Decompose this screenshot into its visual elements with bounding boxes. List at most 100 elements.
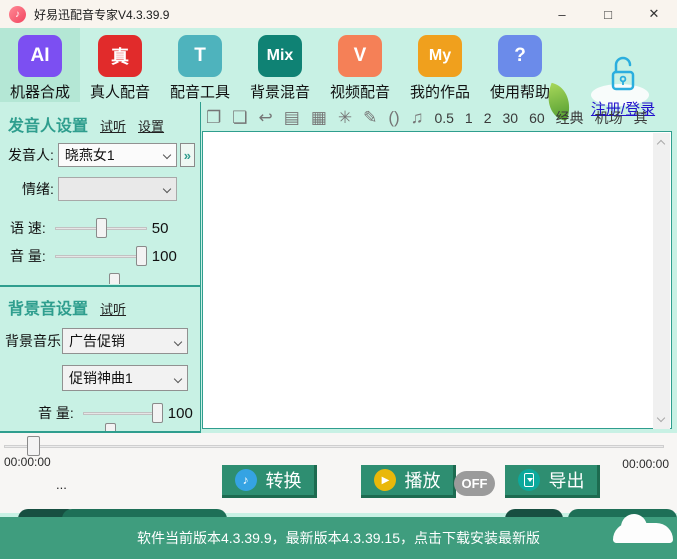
nav-item-machine-synthesis[interactable]: AI 机器合成 [0, 28, 80, 102]
voice-volume-slider[interactable] [55, 246, 147, 266]
panel-divider [0, 285, 200, 287]
more-speakers-button[interactable]: » [180, 143, 195, 167]
slider-track [55, 255, 147, 258]
minimize-button[interactable]: – [539, 0, 585, 28]
slider-thumb[interactable] [136, 246, 147, 266]
playback-progress-slider[interactable] [4, 436, 664, 456]
convert-label: 转换 [266, 467, 302, 493]
bgm-panel-header: 背景音设置 试听 [8, 295, 126, 319]
nav-label: 真人配音 [90, 81, 150, 102]
clipped-slider[interactable] [68, 273, 160, 284]
bgm-panel-title: 背景音设置 [8, 295, 88, 319]
slider-thumb[interactable] [96, 218, 107, 238]
speaker-select[interactable]: 晓燕女1 [58, 143, 177, 167]
scroll-up-icon[interactable] [657, 140, 665, 148]
ai-icon: AI [18, 35, 62, 77]
total-time: 00:00:00 [622, 457, 669, 471]
speaker-row: 发音人: 晓燕女1 » [8, 143, 195, 167]
export-phone-icon [518, 469, 540, 491]
category-airport-button[interactable]: 机场 [595, 108, 623, 128]
bgm-track-value: 促销神曲1 [69, 368, 133, 388]
progress-track [4, 445, 664, 448]
voice-volume-label: 音 量: [10, 246, 46, 266]
convert-button[interactable]: ♪ 转换 [222, 465, 317, 498]
voice-preview-link[interactable]: 试听 [100, 116, 126, 135]
window-controls: – □ ✕ [539, 0, 677, 28]
speaker-label: 发音人: [8, 145, 54, 165]
voice-settings-panel: 发音人设置 试听 设置 发音人: 晓燕女1 » 情绪: 语 速: [0, 102, 201, 433]
music-notes-icon[interactable]: ♫ [411, 109, 424, 126]
nav-label: 视频配音 [330, 81, 390, 102]
transport-bar: 00:00:00 00:00:00 ... ♪ 转换 ▶ 播放 OFF 导出 [0, 433, 677, 513]
off-toggle[interactable]: OFF [454, 471, 495, 496]
brush-icon[interactable]: ✎ [363, 109, 377, 126]
nav-item-video-dubbing[interactable]: V 视频配音 [320, 28, 400, 102]
emotion-select[interactable] [58, 177, 177, 201]
chevron-down-icon [174, 375, 182, 383]
script-text-area[interactable] [202, 131, 672, 429]
speed-row: 语 速: 50 [10, 218, 168, 238]
app-window: ♪ 好易迅配音专家V4.3.39.9 – □ ✕ AI 机器合成 真 真人配音 … [0, 0, 677, 559]
scroll-down-icon[interactable] [657, 414, 665, 422]
slider-thumb[interactable] [152, 403, 163, 423]
voice-settings-link[interactable]: 设置 [138, 116, 164, 135]
help-icon: ? [498, 35, 542, 77]
voice-panel-title: 发音人设置 [8, 112, 88, 136]
bgm-category-row: 背景音乐 广告促销 [5, 328, 188, 354]
close-button[interactable]: ✕ [631, 0, 677, 28]
category-other-button[interactable]: 其 [634, 108, 648, 128]
bgm-category-select[interactable]: 广告促销 [62, 328, 188, 354]
speed-slider[interactable] [55, 218, 147, 238]
play-label: 播放 [405, 467, 441, 493]
slider-thumb[interactable] [105, 423, 116, 431]
document-icon[interactable]: ▤ [284, 109, 300, 126]
app-icon: ♪ [9, 6, 26, 23]
mix-icon: Mix [258, 35, 302, 77]
speed-label: 语 速: [10, 218, 46, 238]
paste-icon[interactable]: ❏ [232, 109, 247, 126]
pause-1s-button[interactable]: 1 [465, 110, 473, 126]
nav-item-dubbing-tools[interactable]: T 配音工具 [160, 28, 240, 102]
pause-2s-button[interactable]: 2 [484, 110, 492, 126]
clipped-slider[interactable] [55, 423, 165, 431]
zhen-icon: 真 [98, 35, 142, 77]
nav-item-my-works[interactable]: My 我的作品 [400, 28, 480, 102]
pause-0.5s-button[interactable]: 0.5 [434, 110, 453, 126]
bgm-volume-slider[interactable] [83, 403, 163, 423]
progress-thumb[interactable] [27, 436, 40, 456]
bgm-track-select[interactable]: 促销神曲1 [62, 365, 188, 391]
bgm-track-row: 促销神曲1 [62, 365, 188, 391]
parentheses-icon[interactable]: () [388, 109, 399, 126]
maximize-button[interactable]: □ [585, 0, 631, 28]
cloud-decoration [613, 523, 673, 543]
export-button[interactable]: 导出 [505, 465, 600, 498]
update-banner: 软件当前版本4.3.39.9，最新版本4.3.39.15，点击下载安装最新版 [0, 509, 677, 559]
scrollbar[interactable] [653, 133, 670, 429]
speaker-value: 晓燕女1 [65, 145, 115, 165]
nav-item-background-mix[interactable]: Mix 背景混音 [240, 28, 320, 102]
nav-label: 背景混音 [250, 81, 310, 102]
titlebar: ♪ 好易迅配音专家V4.3.39.9 – □ ✕ [0, 0, 677, 28]
bgm-volume-row: 音 量: 100 [38, 403, 193, 423]
emotion-row: 情绪: [22, 177, 177, 201]
copy-icon[interactable]: ❐ [206, 109, 221, 126]
play-icon: ▶ [374, 469, 396, 491]
play-button[interactable]: ▶ 播放 [361, 465, 456, 498]
bgm-category-value: 广告促销 [69, 331, 125, 351]
slider-thumb[interactable] [109, 273, 120, 284]
pause-30s-button[interactable]: 30 [503, 110, 519, 126]
bgm-music-label: 背景音乐 [5, 331, 61, 351]
import-icon[interactable]: ↩ [259, 109, 273, 126]
elapsed-time: 00:00:00 [4, 455, 51, 469]
update-banner-bar[interactable]: 软件当前版本4.3.39.9，最新版本4.3.39.15，点击下载安装最新版 [0, 517, 677, 559]
pause-60s-button[interactable]: 60 [529, 110, 545, 126]
burst-icon[interactable]: ✳ [338, 109, 352, 126]
category-classic-button[interactable]: 经典 [556, 108, 584, 128]
editor-toolbar: ❐ ❏ ↩ ▤ ▦ ✳ ✎ () ♫ 0.5 1 2 30 60 经典 机场 其 [206, 104, 677, 131]
nav-item-human-dubbing[interactable]: 真 真人配音 [80, 28, 160, 102]
save-icon[interactable]: ▦ [311, 109, 327, 126]
bgm-preview-link[interactable]: 试听 [100, 299, 126, 318]
open-lock-icon [607, 56, 639, 96]
chevron-down-icon [174, 338, 182, 346]
update-banner-text: 软件当前版本4.3.39.9，最新版本4.3.39.15，点击下载安装最新版 [137, 528, 540, 548]
